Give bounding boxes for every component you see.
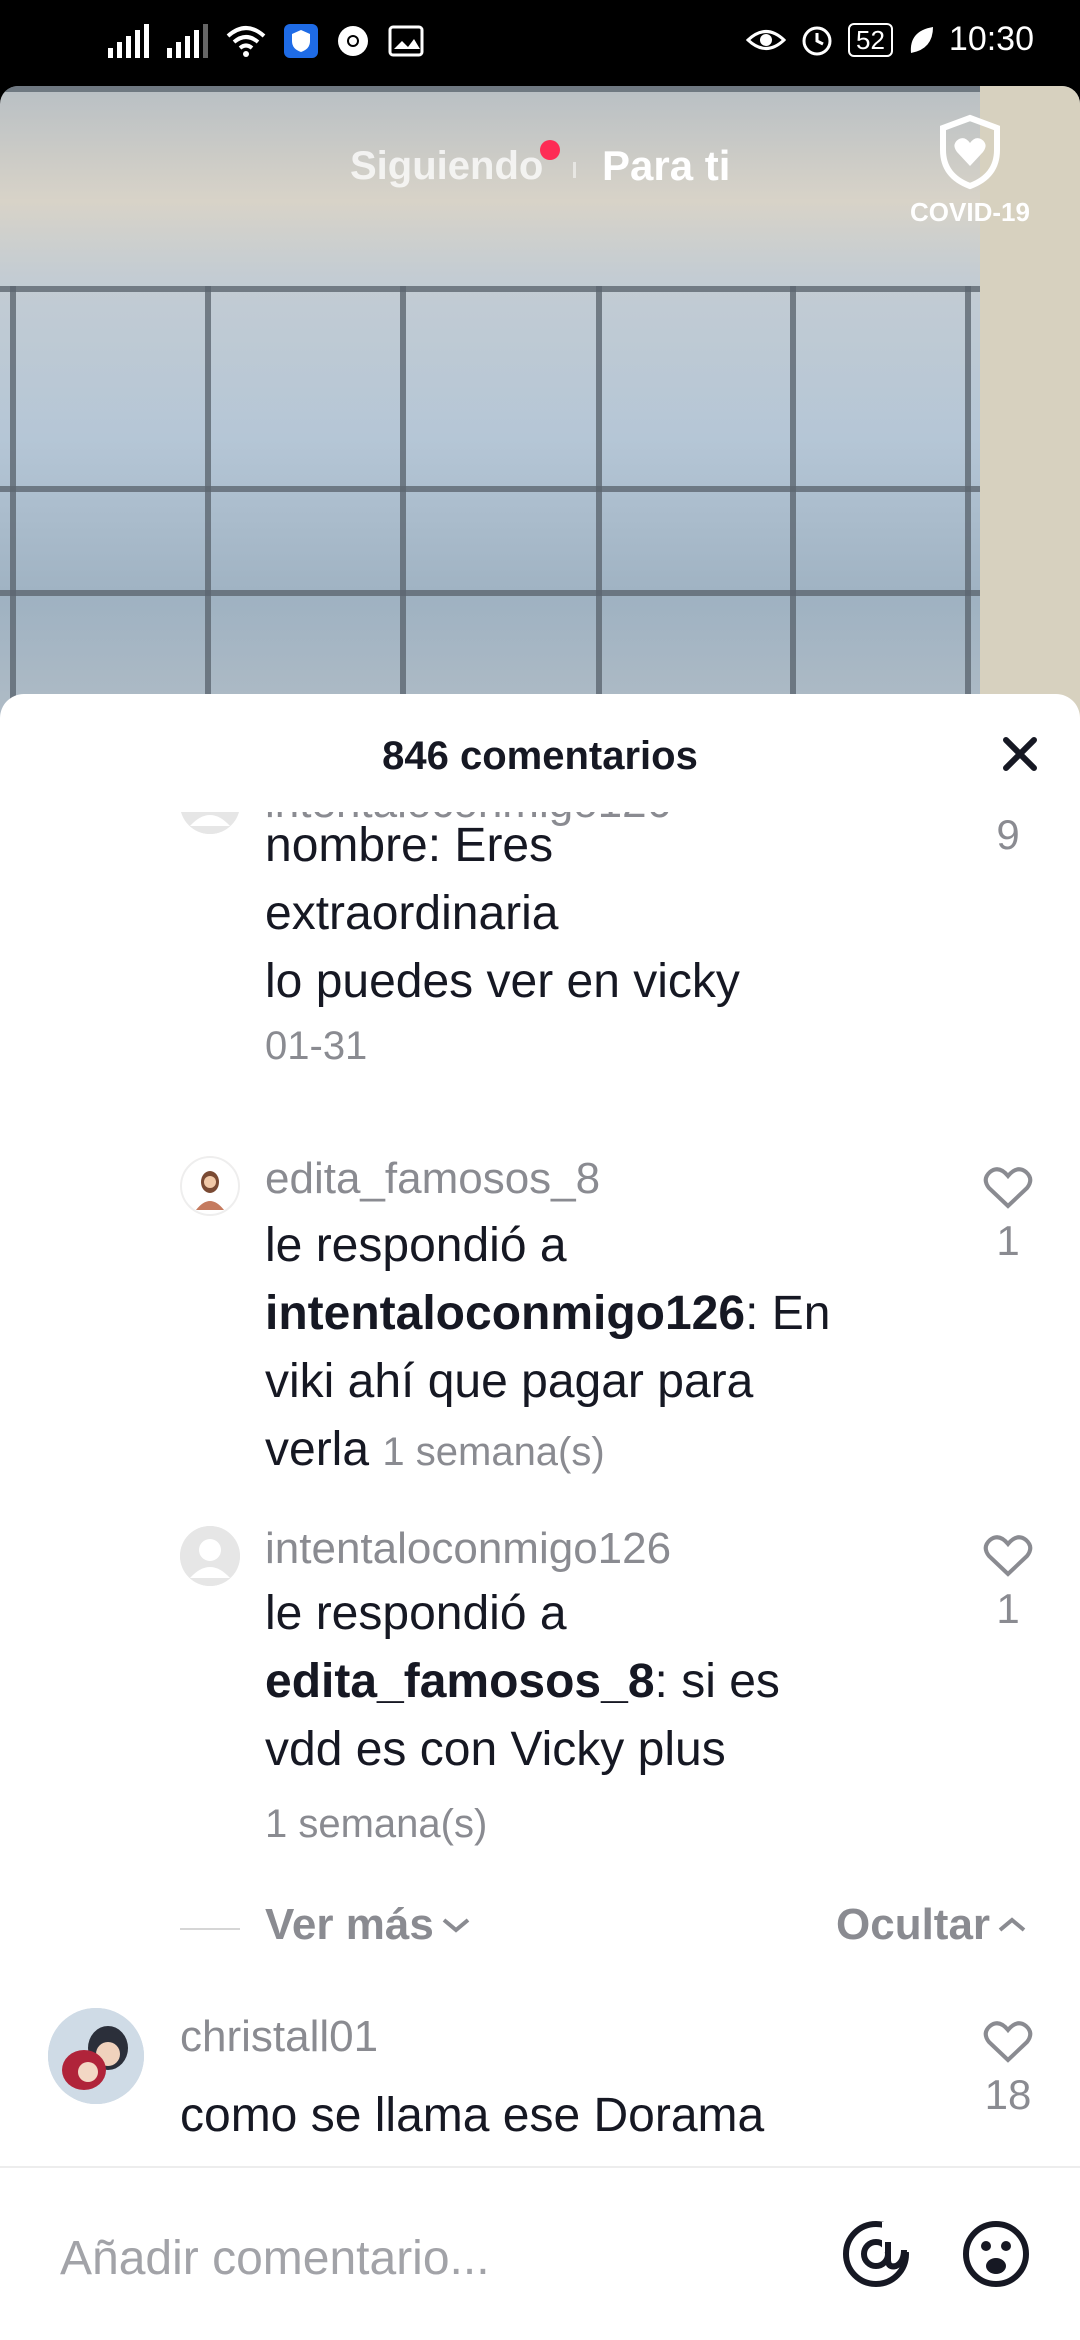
window-frame	[965, 286, 971, 726]
comment-line: viki ahí que pagar para	[265, 1355, 754, 1408]
window-frame	[0, 486, 980, 492]
comment-input-bar	[0, 2166, 1080, 2340]
shield-app-icon	[284, 24, 318, 58]
window-frame	[596, 286, 602, 726]
view-more-button[interactable]: Ver más	[265, 1900, 472, 1950]
comment-text: nombre: Eres extraordinaria lo puedes ve…	[265, 812, 740, 1016]
comment-line: vdd es con Vicky plus	[265, 1723, 726, 1776]
comment-username[interactable]: edita_famosos_8	[265, 1154, 600, 1204]
comment-time: 1 semana(s)	[382, 1430, 605, 1474]
divider	[180, 1928, 240, 1930]
like-count: 9	[996, 812, 1020, 858]
window-frame	[400, 286, 406, 726]
comment-line: : En	[745, 1287, 831, 1340]
covid-button[interactable]: COVID-19	[900, 114, 1040, 228]
comment-text: como se llama ese Dorama	[180, 2089, 765, 2142]
window-frame	[0, 86, 980, 92]
comment-text: le respondió a edita_famosos_8: si es vd…	[265, 1580, 925, 1784]
close-icon	[1003, 737, 1037, 771]
reply-prefix: le respondió a	[265, 1587, 567, 1640]
like-count: 1	[996, 1585, 1020, 1632]
comments-sheet: 846 comentarios intentaloconmigo126 nomb…	[0, 694, 1080, 2340]
chevron-down-icon	[442, 1918, 470, 1933]
comment-line: extraordinaria	[265, 887, 559, 940]
avatar[interactable]	[180, 1526, 240, 1586]
tab-for-you[interactable]: Para ti	[602, 142, 730, 190]
mention-button[interactable]	[836, 2214, 916, 2294]
comment-time: 1 semana(s)	[265, 1802, 488, 1846]
signal-icon	[167, 24, 208, 58]
comments-count-title: 846 comentarios	[382, 734, 698, 778]
emoji-icon	[963, 2221, 1029, 2287]
like-count: 1	[996, 1217, 1020, 1264]
like-button[interactable]: 1	[968, 1166, 1048, 1265]
covid-label: COVID-19	[910, 197, 1030, 227]
tab-following[interactable]: Siguiendo	[350, 144, 543, 189]
comment-username[interactable]: intentaloconmigo126	[265, 1524, 671, 1574]
notification-dot	[540, 140, 560, 160]
leaf-icon	[910, 26, 933, 53]
status-bar: 52 10:30	[0, 0, 1080, 86]
reply-mention[interactable]: edita_famosos_8	[265, 1655, 655, 1708]
comment-text: le respondió a intentaloconmigo126: En v…	[265, 1212, 925, 1486]
wifi-icon	[226, 26, 266, 57]
reply-mention[interactable]: intentaloconmigo126	[265, 1287, 745, 1340]
view-more-label: Ver más	[265, 1900, 434, 1949]
like-count: 18	[984, 2071, 1032, 2118]
close-button[interactable]	[990, 724, 1050, 784]
like-button[interactable]: 9	[968, 812, 1048, 859]
tab-divider	[573, 162, 576, 178]
like-button[interactable]: 1	[968, 1534, 1048, 1633]
eye-icon	[745, 29, 786, 50]
reply-prefix: le respondió a	[265, 1219, 567, 1272]
avatar[interactable]	[180, 1156, 240, 1216]
shield-heart-icon	[940, 114, 1000, 190]
like-button[interactable]: 18	[968, 2020, 1048, 2119]
battery-icon: 52	[847, 22, 893, 57]
alarm-icon	[802, 26, 832, 55]
comment-input[interactable]	[60, 2218, 800, 2298]
hide-button[interactable]: Ocultar	[836, 1900, 1028, 1950]
comment-line: : si es	[654, 1655, 780, 1708]
comment-username[interactable]: christall01	[180, 2012, 378, 2062]
window-frame	[10, 286, 16, 726]
hide-label: Ocultar	[836, 1900, 991, 1949]
comment-line: verla	[265, 1423, 370, 1476]
heart-icon	[983, 2021, 1033, 2063]
heart-icon	[983, 1167, 1033, 1209]
clock: 10:30	[948, 20, 1034, 58]
image-icon	[388, 25, 424, 57]
emoji-button[interactable]	[956, 2214, 1036, 2294]
avatar[interactable]	[48, 2008, 144, 2104]
window-frame	[0, 286, 980, 292]
window-frame	[790, 286, 796, 726]
avatar[interactable]	[180, 812, 240, 834]
comment-line: nombre: Eres	[265, 819, 554, 872]
chrome-icon	[338, 26, 368, 56]
at-sign-icon	[843, 2221, 910, 2287]
chevron-up-icon	[998, 1917, 1026, 1932]
comment-line: lo puedes ver en vicky	[265, 955, 740, 1008]
heart-icon	[983, 1535, 1033, 1577]
comment-list[interactable]: intentaloconmigo126 nombre: Eres extraor…	[0, 812, 1080, 1860]
window-frame	[0, 590, 980, 596]
comment-time: 01-31	[265, 1024, 368, 1068]
window-frame	[205, 286, 211, 726]
signal-icon	[108, 24, 149, 58]
